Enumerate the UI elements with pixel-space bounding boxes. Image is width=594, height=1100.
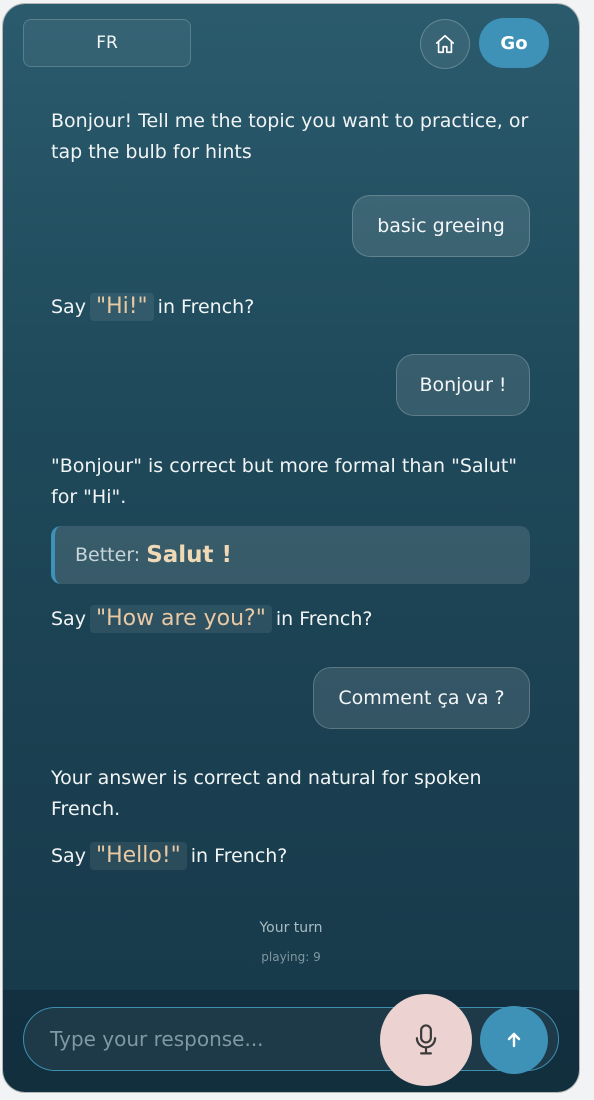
prompt-suffix: in French? [190,845,288,867]
user-message-text: Bonjour ! [419,374,507,396]
bot-message-prompt-2: Say "How are you?" in French? [51,604,531,635]
user-message-answer-1: Bonjour ! [396,354,530,416]
send-button[interactable] [480,1006,548,1074]
prompt-suffix: in French? [157,296,255,318]
bot-message-feedback-1: "Bonjour" is correct but more formal tha… [51,455,518,508]
arrow-up-icon [507,1032,521,1048]
response-input[interactable] [48,1008,368,1070]
better-suggestion: Better: Salut ! [51,526,530,584]
response-input-container [23,1007,559,1071]
target-phrase: "How are you?" [89,605,272,633]
target-phrase: "Hello!" [89,842,187,870]
microphone-button[interactable] [380,994,472,1086]
prompt-prefix: Say [51,845,86,867]
home-button[interactable] [420,19,470,69]
microphone-icon [415,1024,437,1055]
prompt-prefix: Say [51,296,86,318]
turn-status: Your turn [259,920,323,936]
prompt-prefix: Say [51,608,86,630]
bot-message-intro: Bonjour! Tell me the topic you want to p… [51,110,529,163]
target-phrase: "Hi!" [89,293,154,321]
header: FR Go [3,4,579,84]
better-label: Better: [75,544,141,566]
playing-counter: playing: 9 [261,950,321,964]
chat-area: Bonjour! Tell me the topic you want to p… [3,84,579,984]
bot-message-feedback-2: Your answer is correct and natural for s… [51,767,482,820]
user-message-text: basic greeing [377,215,505,237]
home-icon [435,34,455,54]
user-message-text: Comment ça va ? [338,687,505,709]
prompt-suffix: in French? [275,608,373,630]
composer-bar [3,990,579,1092]
go-button[interactable]: Go [479,18,549,68]
user-message-answer-2: Comment ça va ? [313,667,530,729]
language-selector[interactable]: FR [23,19,191,67]
bot-message-prompt-1: Say "Hi!" in French? [51,292,531,323]
go-label: Go [500,32,528,54]
app-window: FR Go Bonjour! Tell me the topic you wan… [3,4,579,1092]
bot-message-prompt-3: Say "Hello!" in French? [51,841,531,872]
better-value: Salut ! [146,542,233,568]
language-label: FR [96,33,118,53]
user-message-topic: basic greeing [352,195,530,257]
